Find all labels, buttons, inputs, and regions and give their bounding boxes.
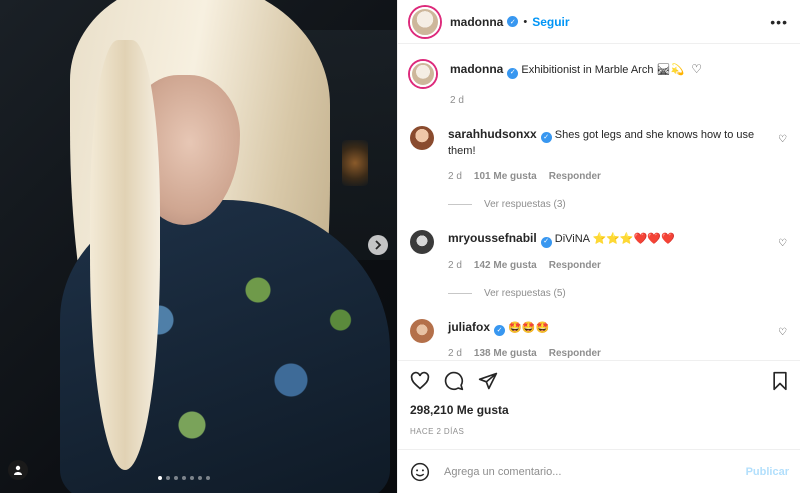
author-name-wrap: madonna ✓ • Seguir [450, 15, 570, 29]
comment-body: mryoussefnabil ✓ DiViNA ⭐⭐⭐❤️❤️❤️ 2 d 142… [448, 230, 789, 274]
carousel-dot [166, 476, 170, 480]
post-likes-count[interactable]: 298,210 Me gusta [410, 403, 789, 417]
like-comment-heart-icon[interactable]: ♡ [778, 134, 787, 145]
comment-text: 🤩🤩🤩 [508, 321, 550, 334]
caption-time[interactable]: 2 d [450, 93, 464, 109]
carousel-dot [182, 476, 186, 480]
share-icon[interactable] [478, 371, 498, 391]
heart-outline-icon[interactable]: ♡ [691, 62, 702, 76]
user-icon [14, 465, 22, 475]
more-options-icon[interactable]: ••• [770, 14, 788, 30]
caption-text: Exhibitionist in Marble Arch 🛤💫 [521, 64, 685, 76]
view-replies-label: Ver respuestas (5) [484, 287, 566, 299]
carousel-dot [190, 476, 194, 480]
heart-icon[interactable] [410, 371, 430, 391]
carousel-dot [206, 476, 210, 480]
reply-button[interactable]: Responder [549, 169, 601, 185]
like-comment-heart-icon[interactable]: ♡ [778, 238, 787, 249]
comment-input[interactable] [444, 465, 746, 478]
comment-body: sarahhudsonxx ✓ Shes got legs and she kno… [448, 126, 789, 186]
post-detail-panel: madonna ✓ • Seguir ••• madonna ✓ Exhibiti… [397, 0, 800, 493]
view-replies-label: Ver respuestas (3) [484, 199, 566, 210]
emoji-icon[interactable] [410, 462, 430, 482]
caption-row: madonna ✓ Exhibitionist in Marble Arch 🛤💫… [410, 61, 789, 109]
comment-username[interactable]: mryoussefnabil [448, 231, 537, 245]
author-avatar[interactable] [410, 6, 440, 37]
view-replies-button[interactable]: Ver respuestas (5) [448, 288, 789, 299]
commenter-avatar[interactable] [410, 230, 434, 254]
comments-list[interactable]: madonna ✓ Exhibitionist in Marble Arch 🛤💫… [398, 45, 800, 359]
verified-icon: ✓ [540, 236, 552, 248]
like-comment-heart-icon[interactable]: ♡ [778, 327, 787, 338]
comment-username[interactable]: sarahhudsonxx [448, 127, 537, 141]
comment-likes[interactable]: 138 Me gusta [474, 346, 537, 359]
action-icons [410, 371, 789, 391]
comment-meta: 2 d 138 Me gusta Responder [448, 346, 763, 359]
comment-text: DiViNA ⭐⭐⭐❤️❤️❤️ [554, 233, 675, 245]
publish-button[interactable]: Publicar [746, 466, 789, 478]
comment-row: sarahhudsonxx ✓ Shes got legs and she kno… [410, 125, 789, 186]
comment-username[interactable]: juliafox [448, 320, 490, 334]
carousel-dot [158, 476, 162, 480]
reply-button[interactable]: Responder [549, 346, 601, 359]
caption-avatar[interactable] [410, 61, 436, 87]
add-comment-bar: Publicar [398, 449, 800, 493]
commenter-avatar[interactable] [410, 318, 434, 343]
comment-meta: 2 d 142 Me gusta Responder [448, 258, 763, 274]
post-photo[interactable] [0, 0, 397, 493]
replies-line [448, 292, 472, 294]
comment-meta: 2 d 101 Me gusta Responder [448, 169, 763, 185]
view-replies-button[interactable]: Ver respuestas (3) [448, 199, 789, 210]
hair-strand-shape [90, 40, 160, 470]
carousel-dot [198, 476, 202, 480]
caption-username[interactable]: madonna [450, 62, 503, 76]
tagged-users-button[interactable] [8, 460, 28, 480]
bookmark-icon[interactable] [771, 371, 789, 391]
separator: • [523, 15, 528, 28]
carousel-next-button[interactable] [368, 235, 388, 255]
caption-meta: 2 d [450, 93, 763, 109]
comment-time[interactable]: 2 d [448, 258, 462, 274]
reply-button[interactable]: Responder [549, 258, 601, 274]
comment-time[interactable]: 2 d [448, 169, 462, 185]
commenter-avatar[interactable] [410, 125, 434, 150]
comment-likes[interactable]: 142 Me gusta [474, 258, 537, 274]
follow-button[interactable]: Seguir [532, 15, 569, 29]
comment-time[interactable]: 2 d [448, 346, 462, 359]
verified-icon: ✓ [507, 16, 519, 27]
caption-body: madonna ✓ Exhibitionist in Marble Arch 🛤💫… [450, 61, 789, 109]
carousel-dot [174, 476, 178, 480]
verified-icon: ✓ [507, 67, 519, 79]
background-lamp [342, 140, 368, 186]
chevron-right-icon [375, 240, 382, 250]
post-date[interactable]: HACE 2 DÍAS [410, 427, 789, 436]
post-actions: 298,210 Me gusta HACE 2 DÍAS [398, 360, 800, 436]
verified-icon: ✓ [540, 132, 552, 143]
comment-likes[interactable]: 101 Me gusta [474, 169, 537, 185]
author-username[interactable]: madonna [450, 15, 503, 29]
post-header: madonna ✓ • Seguir ••• [398, 0, 800, 44]
comment-row: mryoussefnabil ✓ DiViNA ⭐⭐⭐❤️❤️❤️ 2 d 142… [410, 230, 789, 274]
comment-row: juliafox ✓ 🤩🤩🤩 2 d 138 Me gusta Responder… [410, 318, 789, 360]
replies-line [448, 204, 472, 205]
verified-icon: ✓ [494, 325, 506, 336]
carousel-indicator [158, 476, 210, 480]
comment-body: juliafox ✓ 🤩🤩🤩 2 d 138 Me gusta Responder [448, 319, 789, 360]
comment-icon[interactable] [444, 371, 464, 391]
